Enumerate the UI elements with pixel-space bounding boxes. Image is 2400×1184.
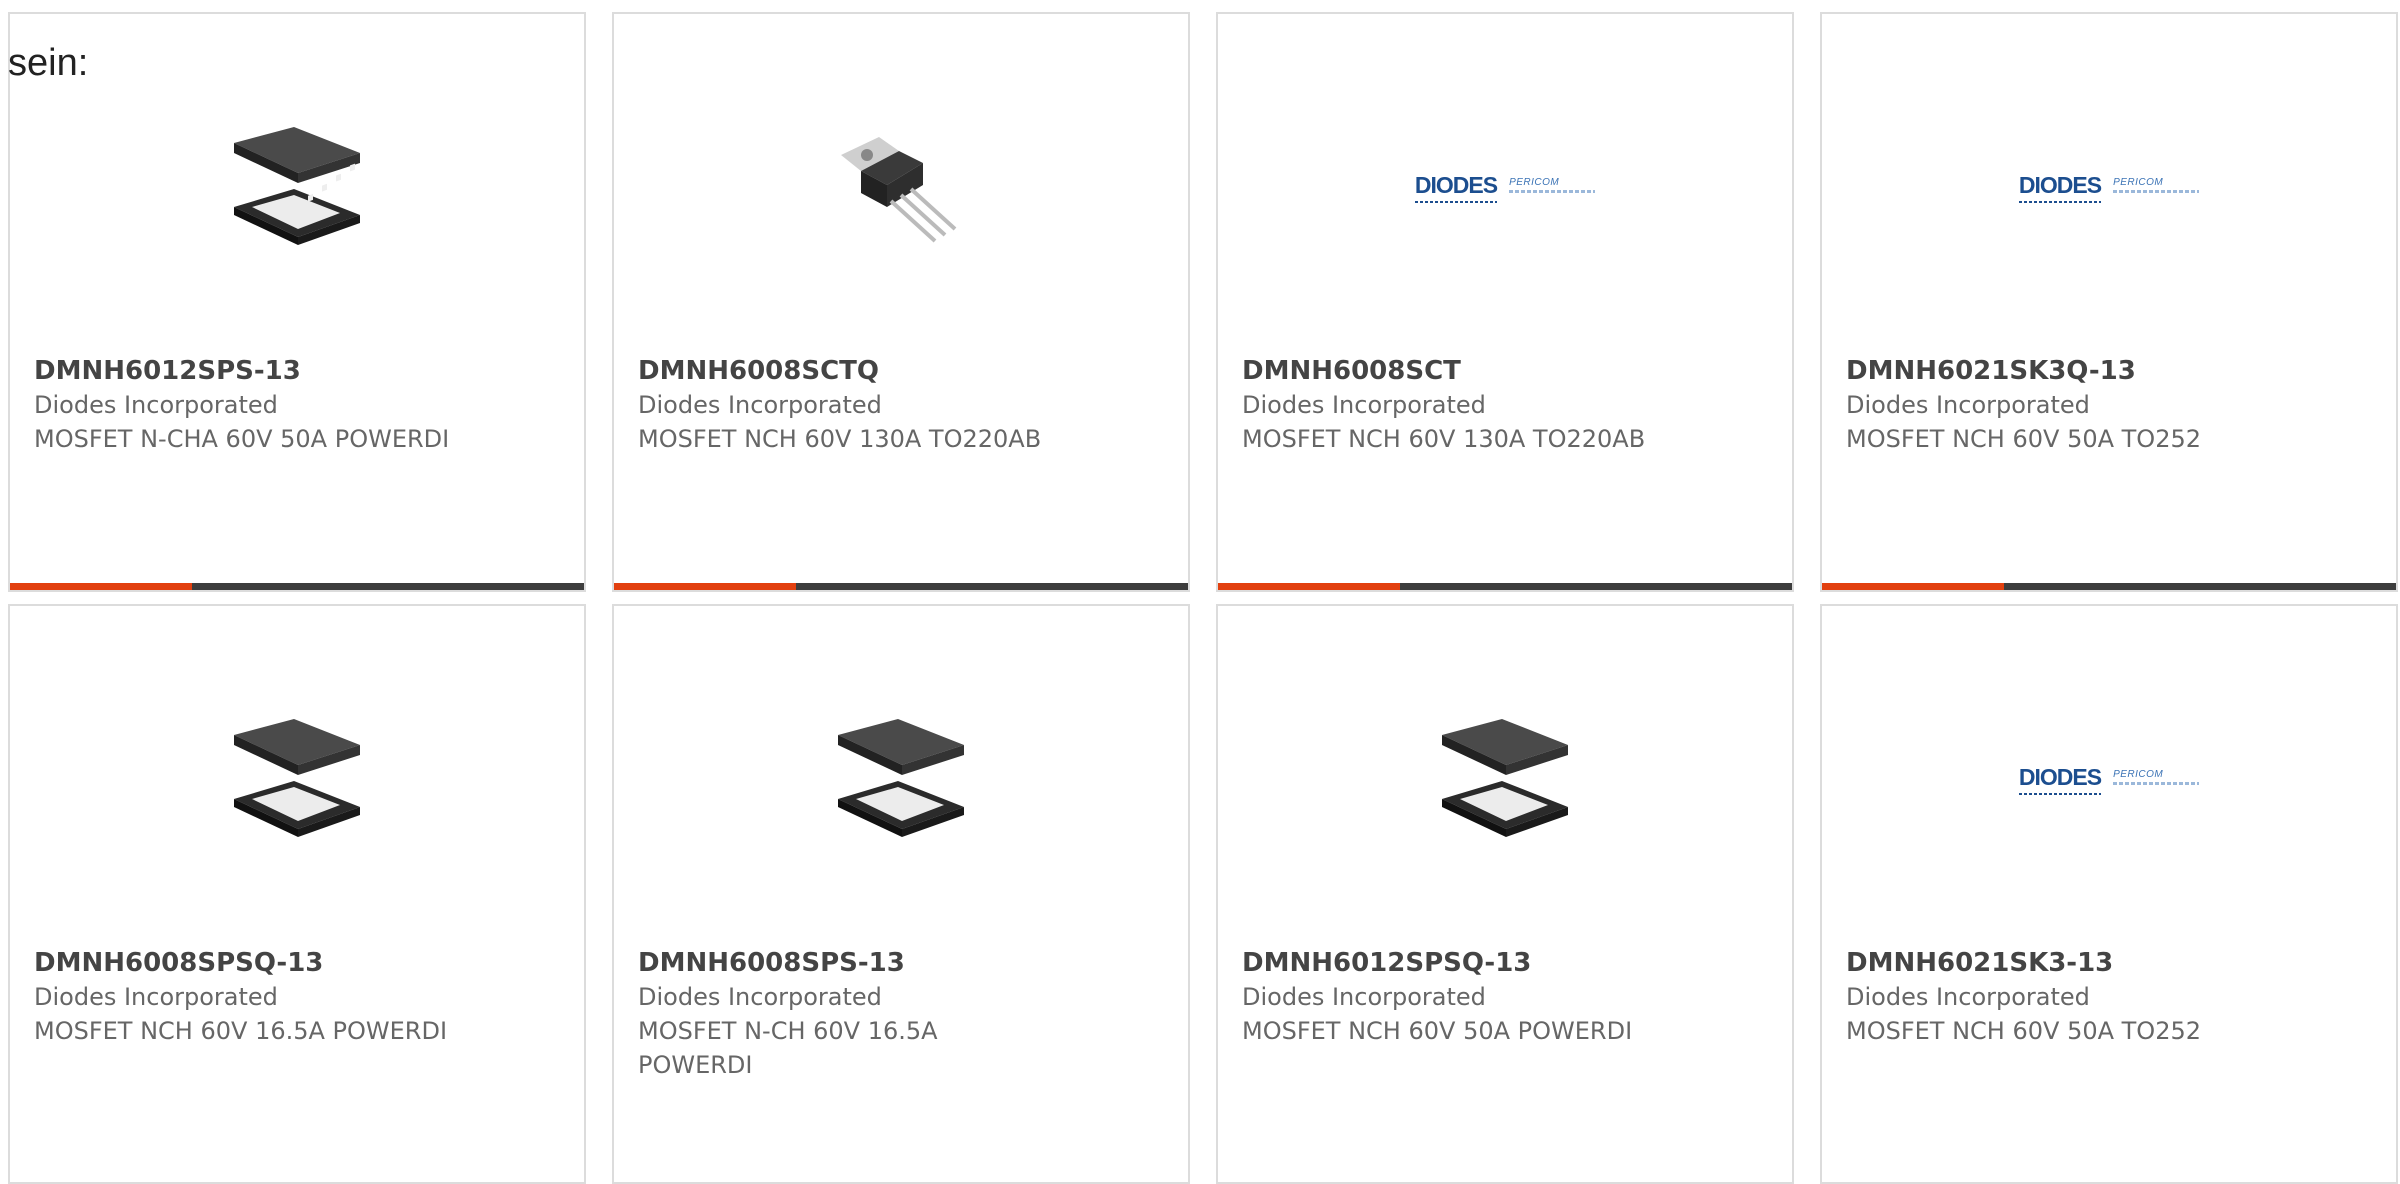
- product-image[interactable]: DIODES PERICOM: [1822, 80, 2396, 290]
- card-progress-bar: [1218, 583, 1792, 590]
- product-image[interactable]: DIODES PERICOM: [1822, 672, 2396, 882]
- logo-sub-text: PERICOM: [2113, 177, 2164, 188]
- part-number[interactable]: DMNH6008SPS-13: [638, 946, 1164, 980]
- product-image[interactable]: DIODES PERICOM: [1218, 80, 1792, 290]
- description: MOSFET NCH 60V 16.5A POWERDI: [34, 1017, 448, 1045]
- logo-main-text: DIODES: [1414, 171, 1498, 203]
- powerdi-package-icon: [234, 719, 360, 837]
- description: MOSFET NCH 60V 130A TO220AB: [638, 425, 1042, 453]
- product-card[interactable]: DIODES PERICOM DMNH6021SK3Q-13 Diodes In…: [1820, 12, 2398, 592]
- powerdi-package-icon: [1442, 719, 1568, 837]
- diodes-pericom-logo: DIODES PERICOM: [2018, 763, 2200, 795]
- description: MOSFET N-CH 60V 16.5A POWERDI: [638, 1017, 938, 1079]
- description: MOSFET NCH 60V 50A POWERDI: [1242, 1017, 1633, 1045]
- manufacturer: Diodes Incorporated: [1242, 983, 1486, 1011]
- product-card[interactable]: DMNH6008SPS-13 Diodes Incorporated MOSFE…: [612, 604, 1190, 1184]
- logo-main-text: DIODES: [2018, 763, 2102, 795]
- manufacturer: Diodes Incorporated: [638, 983, 882, 1011]
- product-card[interactable]: DMNH6008SCTQ Diodes Incorporated MOSFET …: [612, 12, 1190, 592]
- diodes-pericom-logo: DIODES PERICOM: [2018, 171, 2200, 203]
- manufacturer: Diodes Incorporated: [638, 391, 882, 419]
- product-image[interactable]: [614, 80, 1188, 290]
- description: MOSFET NCH 60V 50A TO252: [1846, 1017, 2202, 1045]
- description: MOSFET NCH 60V 130A TO220AB: [1242, 425, 1646, 453]
- product-image[interactable]: [10, 80, 584, 290]
- logo-sub-text: PERICOM: [2113, 769, 2164, 780]
- manufacturer: Diodes Incorporated: [34, 983, 278, 1011]
- product-card[interactable]: DMNH6012SPSQ-13 Diodes Incorporated MOSF…: [1216, 604, 1794, 1184]
- part-number[interactable]: DMNH6012SPSQ-13: [1242, 946, 1768, 980]
- card-progress-accent: [1822, 583, 2004, 590]
- product-card[interactable]: DMNH6008SPSQ-13 Diodes Incorporated MOSF…: [8, 604, 586, 1184]
- product-card[interactable]: DIODES PERICOM DMNH6008SCT Diodes Incorp…: [1216, 12, 1794, 592]
- manufacturer: Diodes Incorporated: [34, 391, 278, 419]
- part-number[interactable]: DMNH6008SCT: [1242, 354, 1768, 388]
- description: MOSFET NCH 60V 50A TO252: [1846, 425, 2202, 453]
- product-card[interactable]: DIODES PERICOM DMNH6021SK3-13 Diodes Inc…: [1820, 604, 2398, 1184]
- card-progress-bar: [10, 583, 584, 590]
- product-grid: DMNH6012SPS-13 Diodes Incorporated MOSFE…: [8, 12, 2398, 1184]
- part-number[interactable]: DMNH6008SPSQ-13: [34, 946, 560, 980]
- card-progress-accent: [614, 583, 796, 590]
- manufacturer: Diodes Incorporated: [1846, 391, 2090, 419]
- part-number[interactable]: DMNH6008SCTQ: [638, 354, 1164, 388]
- card-progress-bar: [614, 583, 1188, 590]
- product-image[interactable]: [10, 672, 584, 882]
- logo-main-text: DIODES: [2018, 171, 2102, 203]
- diodes-pericom-logo: DIODES PERICOM: [1414, 171, 1596, 203]
- card-progress-accent: [1218, 583, 1400, 590]
- to220-package-icon: [841, 137, 957, 243]
- intro-text: sein:: [8, 42, 89, 84]
- product-image[interactable]: [1218, 672, 1792, 882]
- logo-sub-text: PERICOM: [1509, 177, 1560, 188]
- product-card[interactable]: DMNH6012SPS-13 Diodes Incorporated MOSFE…: [8, 12, 586, 592]
- description: MOSFET N-CHA 60V 50A POWERDI: [34, 425, 450, 453]
- part-number[interactable]: DMNH6021SK3-13: [1846, 946, 2372, 980]
- manufacturer: Diodes Incorporated: [1242, 391, 1486, 419]
- powerdi-package-icon: [838, 719, 964, 837]
- part-number[interactable]: DMNH6012SPS-13: [34, 354, 560, 388]
- product-image[interactable]: [614, 672, 1188, 882]
- powerdi-package-icon: [234, 127, 360, 245]
- part-number[interactable]: DMNH6021SK3Q-13: [1846, 354, 2372, 388]
- manufacturer: Diodes Incorporated: [1846, 983, 2090, 1011]
- card-progress-bar: [1822, 583, 2396, 590]
- card-progress-accent: [10, 583, 192, 590]
